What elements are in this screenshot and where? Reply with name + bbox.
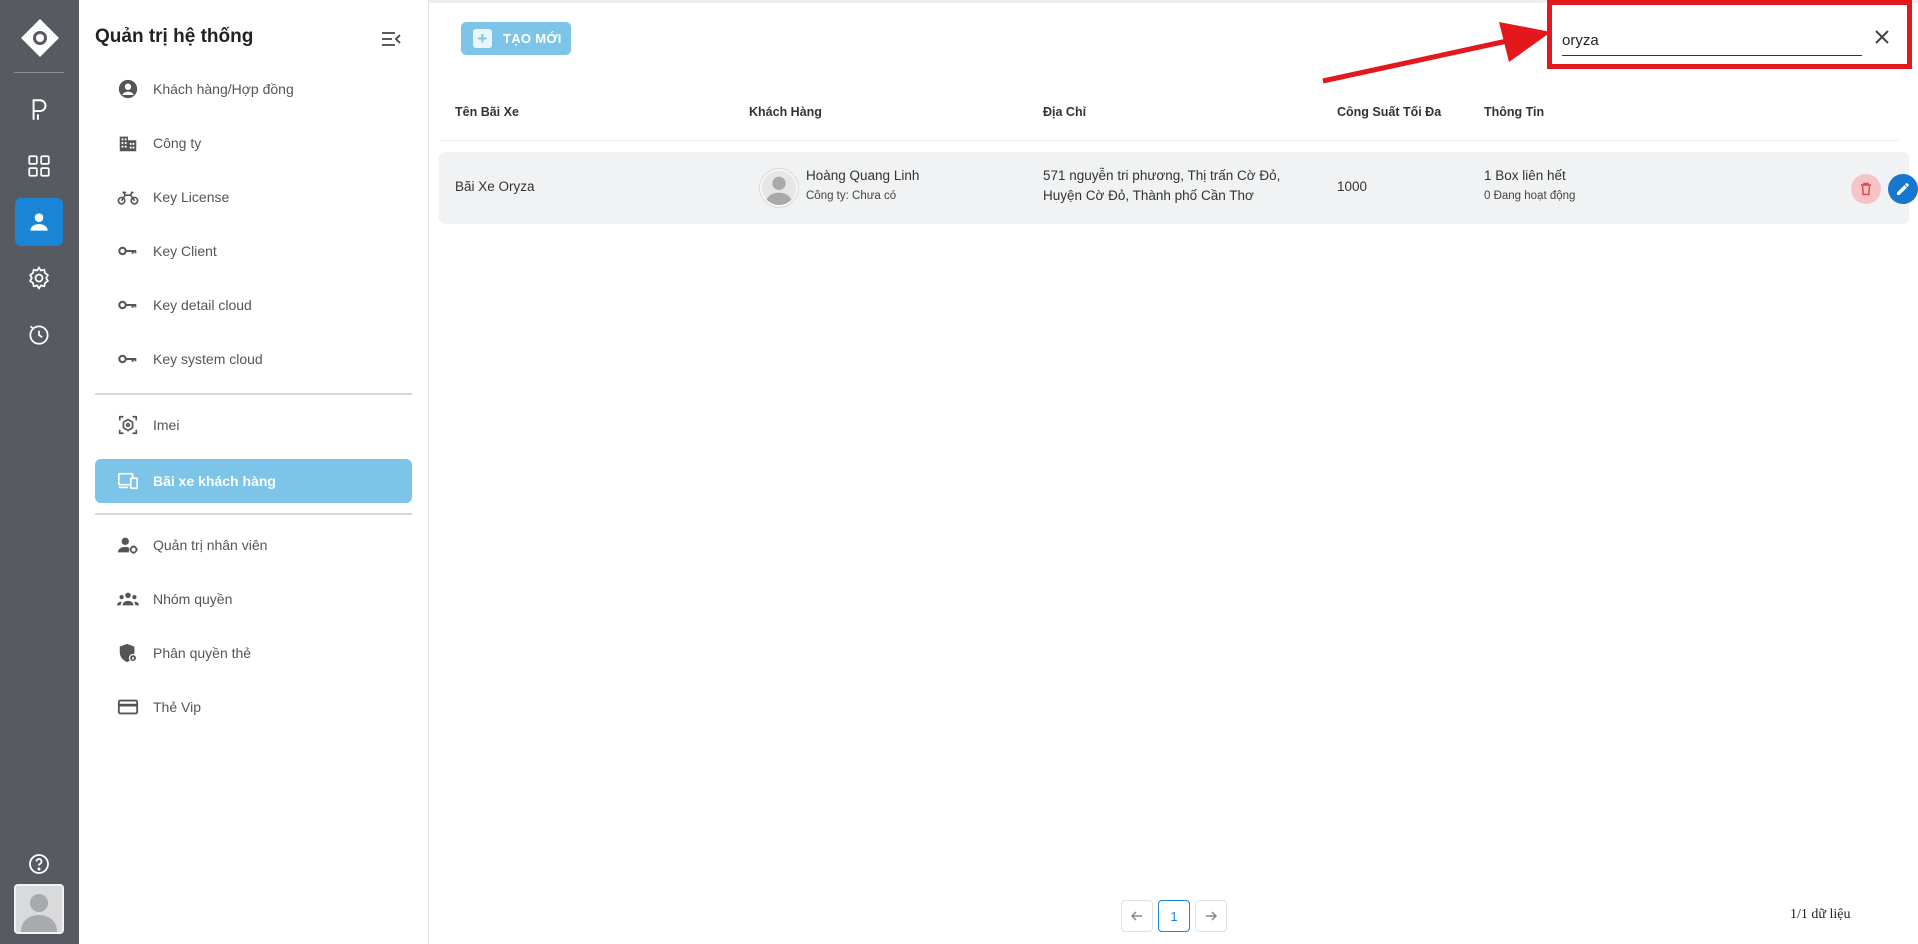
sidebar-divider — [95, 513, 412, 515]
arrow-right-icon — [1206, 911, 1218, 921]
app-rail — [0, 0, 79, 944]
sidebar-item-card-permissions[interactable]: Phân quyền thẻ — [95, 631, 412, 675]
column-header-info[interactable]: Thông Tin — [1484, 105, 1544, 119]
devices-icon — [117, 470, 139, 492]
key-icon — [117, 294, 139, 316]
info-line-2: 0 Đang hoạt động — [1484, 190, 1576, 202]
sidebar-item-key-detail-cloud[interactable]: Key detail cloud — [95, 283, 412, 327]
annotation-arrow — [1322, 22, 1551, 84]
sidebar-item-label: Phân quyền thẻ — [153, 645, 252, 661]
sidebar-item-permission-groups[interactable]: Nhóm quyền — [95, 577, 412, 621]
user-admin-icon[interactable] — [15, 198, 63, 246]
sidebar-divider — [95, 393, 412, 395]
close-icon[interactable] — [1871, 26, 1893, 48]
address-line-2: Huyện Cờ Đỏ, Thành phố Cần Thơ — [1043, 188, 1254, 203]
edit-button[interactable] — [1888, 174, 1918, 204]
customer-avatar — [760, 169, 798, 207]
sidebar-item-label: Nhóm quyền — [153, 591, 233, 607]
column-header-capacity[interactable]: Công Suất Tối Đa — [1337, 105, 1441, 119]
sidebar-item-key-license[interactable]: Key License — [95, 175, 412, 219]
prev-page-button[interactable] — [1121, 900, 1153, 932]
app-logo-icon[interactable] — [20, 18, 60, 58]
dashboard-grid-icon[interactable] — [15, 142, 63, 190]
sidebar-item-customer-parking[interactable]: Bãi xe khách hàng — [95, 459, 412, 503]
customer-company: Công ty: Chưa có — [806, 190, 897, 202]
imei-scan-icon — [117, 414, 139, 436]
parking-name: Bãi Xe Oryza — [455, 179, 535, 194]
table-row[interactable]: Bãi Xe Oryza Hoàng Quang Linh Công ty: C… — [439, 152, 1918, 224]
table-header-divider — [439, 140, 1899, 141]
sidebar-item-label: Key detail cloud — [153, 297, 252, 313]
trash-icon — [1861, 182, 1871, 196]
plus-icon: + — [473, 29, 492, 48]
info-line-1: 1 Box liên hết — [1484, 168, 1566, 183]
settings-gear-icon[interactable] — [15, 254, 63, 302]
help-icon[interactable] — [25, 850, 53, 878]
sidebar-item-vip-card[interactable]: Thẻ Vip — [95, 685, 412, 729]
next-page-button[interactable] — [1195, 900, 1227, 932]
pagination-summary: 1/1 dữ liệu — [1790, 907, 1851, 922]
sidebar-item-key-system-cloud[interactable]: Key system cloud — [95, 337, 412, 381]
sidebar-item-label: Key Client — [153, 243, 217, 259]
rail-divider — [14, 72, 64, 73]
sidebar-item-label: Công ty — [153, 135, 202, 151]
group-icon — [117, 588, 139, 610]
create-new-label: TẠO MỚI — [503, 31, 562, 46]
sidebar-item-label: Key system cloud — [153, 351, 263, 367]
admin-sidebar: Quản trị hệ thống Khách hàng/Hợp đồng Cô… — [79, 0, 429, 944]
column-header-customer[interactable]: Khách Hàng — [749, 105, 822, 119]
customer-name: Hoàng Quang Linh — [806, 168, 920, 183]
key-icon — [117, 348, 139, 370]
sidebar-item-label: Key License — [153, 189, 230, 205]
parking-icon[interactable] — [15, 86, 63, 134]
user-avatar[interactable] — [14, 884, 64, 934]
building-icon — [117, 132, 139, 154]
sidebar-item-label: Quản trị nhân viên — [153, 537, 268, 553]
sidebar-item-label: Bãi xe khách hàng — [153, 473, 276, 489]
sidebar-title: Quản trị hệ thống — [95, 26, 254, 47]
card-icon — [117, 696, 139, 718]
main-content: + TẠO MỚI Tên Bãi Xe Khách Hàng Địa Chỉ … — [429, 0, 1918, 944]
search-input[interactable] — [1562, 22, 1862, 56]
delete-button[interactable] — [1851, 174, 1881, 204]
address-line-1: 571 nguyễn tri phương, Thị trấn Cờ Đỏ, — [1043, 168, 1281, 183]
key-icon — [117, 240, 139, 262]
capacity-value: 1000 — [1337, 179, 1368, 194]
sidebar-item-company[interactable]: Công ty — [95, 121, 412, 165]
user-gear-icon — [117, 534, 139, 556]
sidebar-item-label: Khách hàng/Hợp đồng — [153, 81, 294, 97]
arrow-left-icon — [1130, 911, 1142, 921]
sidebar-item-staff-admin[interactable]: Quản trị nhân viên — [95, 523, 412, 567]
pencil-icon — [1897, 183, 1909, 195]
menu-collapse-icon[interactable] — [379, 28, 403, 50]
shield-lock-icon — [117, 642, 139, 664]
page-number-button[interactable]: 1 — [1158, 900, 1190, 932]
create-new-button[interactable]: + TẠO MỚI — [461, 22, 571, 55]
sidebar-item-label: Thẻ Vip — [153, 699, 201, 715]
sidebar-item-key-client[interactable]: Key Client — [95, 229, 412, 273]
user-circle-icon — [117, 78, 139, 100]
history-clock-icon[interactable] — [15, 310, 63, 358]
sidebar-item-label: Imei — [153, 417, 180, 433]
column-header-name[interactable]: Tên Bãi Xe — [455, 105, 519, 119]
motorbike-icon — [117, 186, 139, 208]
sidebar-item-imei[interactable]: Imei — [95, 403, 412, 447]
column-header-address[interactable]: Địa Chỉ — [1043, 105, 1086, 119]
sidebar-item-customers[interactable]: Khách hàng/Hợp đồng — [95, 67, 412, 111]
